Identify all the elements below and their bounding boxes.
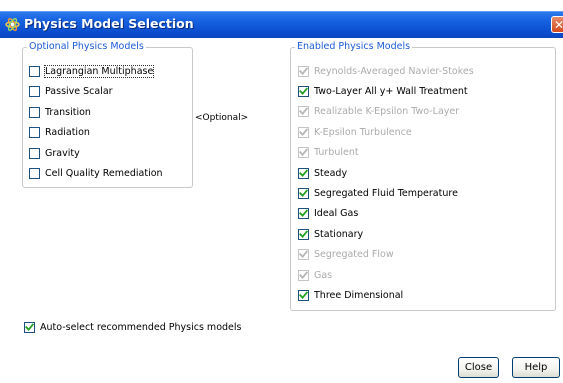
check-icon xyxy=(25,322,34,331)
enabled-model-check-box[interactable] xyxy=(298,289,309,301)
optional-model-checkbox-row[interactable]: Gravity xyxy=(29,146,80,160)
enabled-model-check-box[interactable] xyxy=(298,147,309,159)
enabled-model-checkbox-label: Steady xyxy=(314,167,348,179)
enabled-model-checkbox-row[interactable]: Steady xyxy=(298,166,347,180)
optional-model-check-box[interactable] xyxy=(29,86,40,97)
optional-model-check-box[interactable] xyxy=(29,65,40,77)
check-icon xyxy=(299,128,308,136)
enabled-model-checkbox-label: Two-Layer All y+ Wall Treatment xyxy=(314,85,468,97)
enabled-model-checkbox-label: Realizable K-Epsilon Two-Layer xyxy=(314,106,460,118)
close-icon[interactable]: ✕ xyxy=(551,16,563,33)
enabled-model-checkbox-label: Ideal Gas xyxy=(314,208,359,220)
help-button[interactable]: Help xyxy=(512,357,560,378)
check-icon xyxy=(299,230,308,238)
auto-select-checkbox[interactable]: Auto-select recommended Physics models xyxy=(24,320,241,334)
optional-model-checkbox-label: Transition xyxy=(45,106,91,118)
enabled-model-check-box[interactable] xyxy=(298,249,309,261)
check-icon xyxy=(299,291,308,299)
window-title: Physics Model Selection xyxy=(24,16,194,31)
enabled-model-check-box[interactable] xyxy=(298,228,309,240)
optional-model-checkbox-row[interactable]: Transition xyxy=(29,105,91,119)
enabled-model-check-box[interactable] xyxy=(298,208,309,220)
enabled-model-checkbox-label: Segregated Fluid Temperature xyxy=(314,187,458,199)
optional-model-check-box[interactable] xyxy=(29,168,40,179)
optional-indicator-label: <Optional> xyxy=(195,113,249,123)
enabled-model-checkbox-label: Three Dimensional xyxy=(314,289,404,301)
optional-model-check-box[interactable] xyxy=(29,106,40,118)
optional-model-checkbox-row[interactable]: Cell Quality Remediation xyxy=(29,167,163,181)
check-icon xyxy=(299,209,308,218)
auto-select-label: Auto-select recommended Physics models xyxy=(40,321,242,333)
enabled-model-checkbox-label: Gas xyxy=(314,269,333,281)
check-icon xyxy=(299,270,308,279)
enabled-model-checkbox-label: Segregated Flow xyxy=(314,249,394,261)
close-button[interactable]: Close xyxy=(458,357,499,378)
check-icon xyxy=(299,87,308,95)
enabled-model-checkbox-row[interactable]: Stationary xyxy=(298,227,363,241)
enabled-model-check-box[interactable] xyxy=(298,85,309,97)
enabled-model-checkbox-row[interactable]: Three Dimensional xyxy=(298,288,403,302)
enabled-model-check-box[interactable] xyxy=(298,126,309,138)
optional-model-check-box[interactable] xyxy=(29,147,40,159)
optional-model-checkbox-label: Lagrangian Multiphase xyxy=(43,64,155,78)
title-bar[interactable]: Physics Model Selection ✕ xyxy=(0,11,563,38)
check-icon xyxy=(299,168,308,177)
enabled-model-checkbox-label: Stationary xyxy=(314,228,364,240)
enabled-models-legend: Enabled Physics Models xyxy=(295,41,413,52)
enabled-model-check-box[interactable] xyxy=(298,269,309,281)
optional-model-checkbox-label: Passive Scalar xyxy=(45,86,113,97)
optional-model-checkbox-label: Gravity xyxy=(45,147,80,159)
enabled-model-check-box[interactable] xyxy=(298,167,309,179)
enabled-model-checkbox-row[interactable]: Segregated Flow xyxy=(298,248,394,262)
enabled-model-checkbox-row[interactable]: Ideal Gas xyxy=(298,207,358,221)
dialog-body: Optional Physics Models Lagrangian Multi… xyxy=(0,38,563,383)
dialog-window: Physics Model Selection ✕ Optional Physi… xyxy=(0,0,563,383)
atom-icon xyxy=(5,17,20,32)
check-icon xyxy=(299,148,308,157)
enabled-model-check-box[interactable] xyxy=(298,106,309,118)
enabled-model-checkbox-row[interactable]: Segregated Fluid Temperature xyxy=(298,186,458,200)
check-icon xyxy=(299,107,308,116)
optional-model-check-box[interactable] xyxy=(29,127,40,138)
enabled-model-check-box[interactable] xyxy=(298,65,309,77)
enabled-model-checkbox-row[interactable]: Turbulent xyxy=(298,146,359,160)
enabled-model-checkbox-row[interactable]: Two-Layer All y+ Wall Treatment xyxy=(298,84,468,98)
check-icon xyxy=(299,189,308,197)
enabled-model-checkbox-label: K-Epsilon Turbulence xyxy=(314,126,412,138)
optional-model-checkbox-row[interactable]: Lagrangian Multiphase xyxy=(29,64,155,78)
enabled-model-check-box[interactable] xyxy=(298,187,309,199)
optional-model-checkbox-row[interactable]: Passive Scalar xyxy=(29,85,113,99)
enabled-model-checkbox-row[interactable]: Realizable K-Epsilon Two-Layer xyxy=(298,105,459,119)
optional-model-checkbox-row[interactable]: Radiation xyxy=(29,126,90,140)
optional-models-legend: Optional Physics Models xyxy=(27,41,146,52)
optional-model-checkbox-label: Radiation xyxy=(45,127,90,138)
check-icon xyxy=(299,250,308,259)
enabled-model-checkbox-row[interactable]: Gas xyxy=(298,268,332,282)
check-icon xyxy=(299,66,308,75)
enabled-model-checkbox-row[interactable]: Reynolds-Averaged Navier-Stokes xyxy=(298,64,474,78)
optional-model-checkbox-label: Cell Quality Remediation xyxy=(45,168,163,179)
enabled-model-checkbox-label: Reynolds-Averaged Navier-Stokes xyxy=(314,65,474,77)
auto-select-check-box[interactable] xyxy=(24,321,35,333)
enabled-model-checkbox-row[interactable]: K-Epsilon Turbulence xyxy=(298,125,412,139)
enabled-model-checkbox-label: Turbulent xyxy=(314,147,359,159)
